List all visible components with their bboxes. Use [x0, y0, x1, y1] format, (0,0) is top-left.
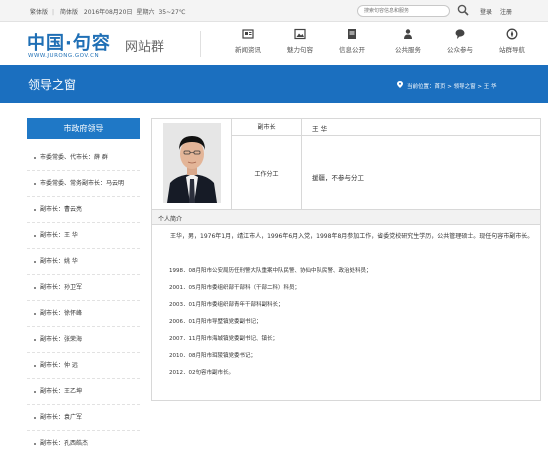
bullet-icon [34, 260, 36, 263]
search-button[interactable] [457, 4, 469, 17]
experience-item: 2007．11月阳市海城镇党委副书记、镇长； [169, 336, 278, 342]
nav-info[interactable]: 信息公开 [324, 28, 380, 54]
bullet-icon [34, 416, 36, 419]
nav-service[interactable]: 公共服务 [380, 28, 436, 54]
intro-heading: 个人简介 [152, 209, 540, 225]
traditional-edition-link[interactable]: 简体版 [60, 9, 78, 16]
official-name: 王 华 [312, 125, 328, 133]
chat-icon [455, 29, 465, 39]
search-icon [457, 4, 469, 16]
breadcrumb: 当前位置：首页 > 领导之窗 > 王 华 [397, 81, 496, 90]
breadcrumb-path[interactable]: 首页 > 领导之窗 > 王 华 [435, 84, 497, 90]
nav-charm[interactable]: 魅力句容 [272, 28, 328, 54]
sidebar-item[interactable]: 市委常委、代市长：薛 群 [27, 145, 140, 171]
top-info: 繁体版 | 简体版 2016年08月20日 星期六 35~27℃ [30, 7, 190, 16]
experience-item: 2001．05月阳市委组织部干部科（干部二科）科员； [169, 285, 300, 291]
sidebar-item-label: 副市长：王乙坤 [40, 388, 83, 395]
duty-row: 工作分工 援疆，不参与分工 [232, 136, 540, 209]
document-icon [348, 29, 356, 39]
photo-cell [152, 119, 232, 209]
sidebar-item[interactable]: 市委常委、常务副市长：马云明 [27, 171, 140, 197]
bio-paragraph: 王华，男，1976年1月，靖江市人，1996年6月入党，1998年8月参加工作，… [170, 233, 534, 240]
bullet-icon [34, 364, 36, 367]
sidebar-item-label: 副市长：张荣海 [40, 336, 83, 343]
experience-item: 2010．08月阳市珥陵镇党委书记； [169, 353, 256, 359]
profile-panel: 副市长 王 华 工作分工 援疆，不参与分工 个人简介 王华，男，1976年1月，… [151, 118, 541, 401]
bullet-icon [34, 156, 36, 159]
sidebar-item-label: 副市长：姚 华 [40, 258, 78, 265]
news-icon [242, 29, 254, 39]
login-link[interactable]: 登录 [480, 7, 492, 16]
sidebar-item[interactable]: 副市长：仲 远 [27, 353, 140, 379]
sidebar-item-label: 副市长：孔西皓杰 [40, 440, 89, 447]
title-row: 副市长 王 华 [232, 119, 540, 136]
portrait-photo [163, 123, 221, 203]
sidebar-item[interactable]: 副市长：徐怀峰 [27, 301, 140, 327]
nav-sites-label: 站群导航 [499, 46, 525, 54]
edition-separator: | [52, 9, 55, 16]
register-link[interactable]: 注册 [500, 7, 512, 16]
site-header: 中国·句容 WWW.JURONG.GOV.CN 网站群 新闻资讯 魅力句容 信息… [0, 22, 548, 65]
sidebar-item-label: 市委常委、代市长：薛 群 [40, 154, 108, 161]
duty-value: 援疆，不参与分工 [312, 174, 364, 182]
section-banner: 领导之窗 当前位置：首页 > 领导之窗 > 王 华 [0, 65, 548, 103]
experience-item: 2006．01月阳市导墅镇党委副书记； [169, 319, 262, 325]
nav-info-label: 信息公开 [339, 46, 365, 54]
page-title: 领导之窗 [28, 78, 77, 92]
location-pin-icon [397, 81, 403, 90]
sidebar-item[interactable]: 副市长：王 华 [27, 223, 140, 249]
breadcrumb-label: 当前位置： [407, 84, 435, 90]
sidebar-item-label: 副市长：徐怀峰 [40, 310, 83, 317]
bio-text: 王华，男，1976年1月，靖江市人，1996年6月入党，1998年8月参加工作，… [158, 231, 534, 242]
nav-charm-label: 魅力句容 [287, 46, 313, 54]
nav-news-label: 新闻资讯 [235, 46, 261, 54]
sidebar-item[interactable]: 副市长：孙卫军 [27, 275, 140, 301]
weekday-text: 星期六 [136, 9, 155, 16]
sidebar-item[interactable]: 副市长：王乙坤 [27, 379, 140, 405]
sidebar-item-label: 副市长：袁广军 [40, 414, 83, 421]
site-url: WWW.JURONG.GOV.CN [28, 53, 100, 59]
simplified-edition-link[interactable]: 繁体版 [30, 9, 48, 16]
site-subtitle: 网站群 [125, 40, 165, 55]
header-divider [200, 31, 201, 57]
sidebar-heading: 市政府领导 [27, 118, 140, 139]
sidebar-item-label: 副市长：王 华 [40, 232, 78, 239]
duty-label: 工作分工 [232, 136, 302, 209]
bullet-icon [34, 234, 36, 237]
picture-icon [294, 28, 306, 40]
bullet-icon [34, 390, 36, 393]
service-icon [404, 29, 412, 39]
nav-participate[interactable]: 公众参与 [432, 28, 488, 54]
sidebar-item-label: 市委常委、常务副市长：马云明 [40, 180, 125, 187]
sidebar-item[interactable]: 副市长：孔西皓杰 [27, 431, 140, 457]
nav-sites[interactable]: 站群导航 [484, 28, 540, 54]
top-utility-bar: 繁体版 | 简体版 2016年08月20日星期六35~27℃ 登录 注册 [0, 0, 548, 22]
nav-service-label: 公共服务 [395, 46, 421, 54]
experience-item: 1998．08月阳市公安局历任刑警大队重案中队民警、协仙中队民警、政治处科员； [169, 268, 372, 274]
sidebar-item[interactable]: 副市长：曹云亮 [27, 197, 140, 223]
bullet-icon [34, 208, 36, 211]
sidebar-item[interactable]: 副市长：姚 华 [27, 249, 140, 275]
experience-item: 2003．01月阳市委组织部青年干部科副科长； [169, 302, 284, 308]
date-text: 2016年08月20日 [83, 9, 133, 16]
bullet-icon [34, 286, 36, 289]
sidebar-item-label: 副市长：仲 远 [40, 362, 78, 369]
experience-item: 2012．02句容市副市长。 [169, 370, 234, 376]
bullet-icon [34, 312, 36, 315]
sidebar-item[interactable]: 副市长：袁广军 [27, 405, 140, 431]
sidebar-item[interactable]: 副市长：张荣海 [27, 327, 140, 353]
nav-news[interactable]: 新闻资讯 [220, 28, 276, 54]
bullet-icon [34, 442, 36, 445]
compass-icon [506, 28, 518, 40]
sidebar-item-label: 副市长：曹云亮 [40, 206, 83, 213]
title-label: 副市长 [232, 119, 302, 135]
bullet-icon [34, 338, 36, 341]
nav-participate-label: 公众参与 [447, 46, 473, 54]
bullet-icon [34, 182, 36, 185]
weather-text: 35~27℃ [158, 9, 186, 16]
site-logo[interactable]: 中国·句容 [27, 29, 111, 55]
search-input[interactable] [357, 5, 450, 17]
sidebar-item-label: 副市长：孙卫军 [40, 284, 83, 291]
